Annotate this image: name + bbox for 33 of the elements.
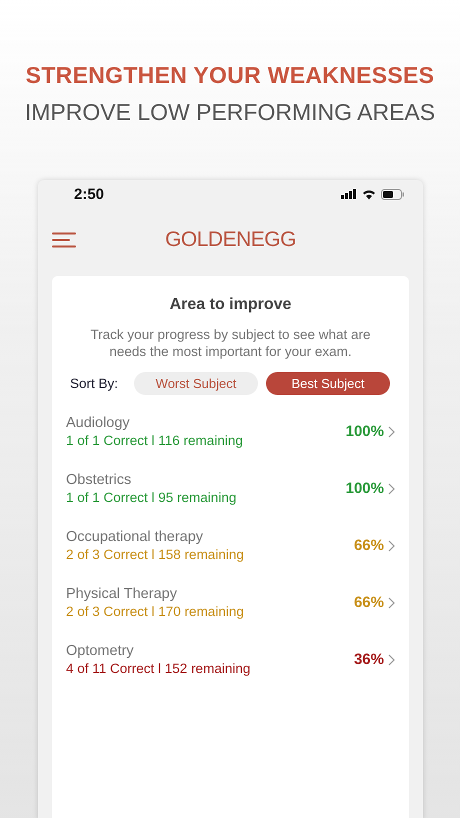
subject-name[interactable]: Audiology [66, 415, 346, 431]
subject-percent: 66% [354, 537, 384, 554]
subject-percent: 100% [346, 423, 384, 440]
subject-name[interactable]: Occupational therapy [66, 529, 354, 545]
status-time: 2:50 [74, 186, 104, 202]
subject-name[interactable]: Physical Therapy [66, 586, 354, 602]
subject-percent: 36% [354, 651, 384, 668]
chevron-icon[interactable] [388, 482, 395, 494]
subject-percent: 100% [346, 480, 384, 497]
subject-detail: 1 of 1 Correct l 116 remaining [66, 433, 244, 448]
subject-detail: 1 of 1 Correct l 95 remaining [66, 490, 238, 505]
headline: STRENGTHEN YOUR WEAKNESSES [24, 62, 436, 89]
subject-detail: 4 of 11 Correct l 152 remaining [66, 661, 252, 676]
sort-option[interactable]: Worst Subject [134, 372, 258, 395]
subject-name[interactable]: Optometry [66, 643, 354, 659]
card-description: Track your progress by subject to see what are needs the most important for your exam. [89, 326, 372, 360]
menu-icon[interactable] [52, 232, 76, 248]
subject-percent: 66% [354, 594, 384, 611]
sort-option[interactable]: Best Subject [266, 372, 390, 395]
chevron-icon[interactable] [388, 426, 395, 438]
subject-name[interactable]: Obstetrics [66, 472, 346, 488]
chevron-icon[interactable] [388, 654, 395, 666]
signal-icon [341, 189, 357, 199]
sort-label: Sort By: [70, 376, 118, 391]
chevron-icon[interactable] [388, 540, 395, 552]
subject-detail: 2 of 3 Correct l 158 remaining [66, 547, 245, 562]
subject-detail: 2 of 3 Correct l 170 remaining [66, 604, 245, 619]
wifi-icon [362, 188, 376, 200]
chevron-icon[interactable] [388, 596, 395, 608]
logo: GOLDENEGG [165, 228, 296, 252]
battery-icon [381, 188, 405, 200]
card-title: Area to improve [168, 296, 292, 314]
subheadline: IMPROVE LOW PERFORMING AREAS [24, 99, 436, 126]
